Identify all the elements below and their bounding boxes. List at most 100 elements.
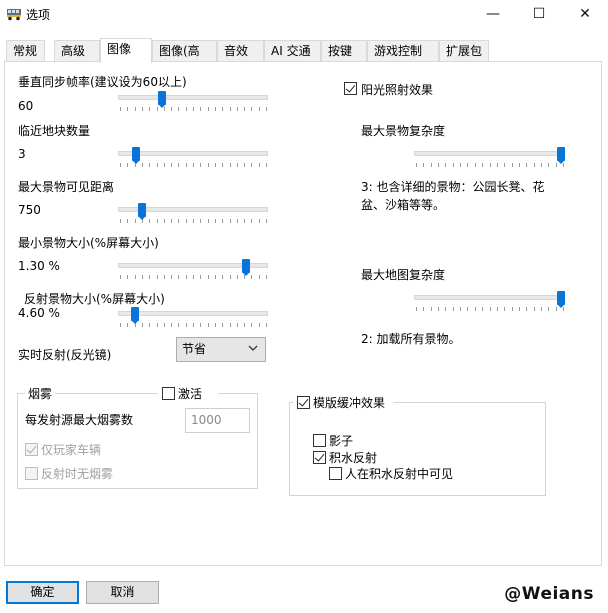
puddle-reflection-checkbox[interactable]: [313, 451, 326, 464]
slider-tick: [127, 163, 129, 167]
player-only-label: 仅玩家车辆: [41, 443, 102, 457]
shadows-label: 影子: [329, 434, 354, 448]
slider-tick: [236, 163, 238, 167]
slider-tick: [467, 163, 469, 167]
tab-expansion-packs[interactable]: 扩展包: [439, 40, 489, 62]
slider-thumb[interactable]: [131, 307, 139, 324]
slider-tick: [200, 275, 202, 279]
slider-tick: [200, 163, 202, 167]
slider-thumb[interactable]: [132, 147, 140, 164]
sun-effect-checkbox[interactable]: [344, 82, 357, 95]
tab-ai-traffic[interactable]: AI 交通: [264, 40, 321, 62]
slider-thumb[interactable]: [557, 291, 565, 308]
player-only-checkbox[interactable]: [25, 443, 38, 456]
slider-tick: [548, 307, 550, 311]
slider-thumb[interactable]: [158, 91, 166, 108]
slider-tick: [141, 323, 143, 327]
slider-tick: [185, 163, 187, 167]
slider-tick: [149, 323, 151, 327]
max-scenery-distance-slider[interactable]: [118, 203, 268, 228]
max-smoke-label: 每发射源最大烟雾数: [25, 413, 134, 427]
tab-advanced[interactable]: 高级: [54, 40, 100, 62]
slider-tick: [120, 219, 121, 223]
slider-tick: [178, 163, 180, 167]
reflect-scenery-size-label: 反射景物大小(%屏幕大小): [24, 292, 165, 306]
slider-tick: [163, 163, 165, 167]
slider-tick: [163, 275, 165, 279]
slider-tick: [482, 307, 484, 311]
slider-tick: [244, 323, 246, 327]
slider-tick: [200, 219, 202, 223]
tab-general[interactable]: 常规: [6, 40, 45, 62]
smoke-activate-label: 激活: [178, 387, 203, 401]
slider-tick: [244, 107, 246, 111]
slider-tick: [149, 275, 151, 279]
slider-tick: [266, 275, 267, 279]
nearby-blocks-label: 临近地块数量: [18, 124, 91, 138]
vsync-label: 垂直同步帧率(建议设为60以上): [18, 75, 187, 89]
slider-tick: [127, 107, 129, 111]
slider-tick: [229, 107, 231, 111]
slider-tick: [266, 323, 267, 327]
slider-tick: [163, 219, 165, 223]
slider-ticks: [120, 323, 267, 328]
minimize-button[interactable]: —: [470, 0, 516, 30]
slider-tick: [134, 107, 136, 111]
slider-tick: [467, 307, 469, 311]
vsync-slider[interactable]: [118, 91, 268, 116]
slider-tick: [207, 163, 209, 167]
slider-tick: [251, 107, 253, 111]
close-button[interactable]: ✕: [562, 0, 608, 30]
ok-button[interactable]: 确定: [6, 581, 79, 604]
slider-tick: [416, 163, 417, 167]
slider-tick: [518, 163, 520, 167]
max-map-complexity-slider[interactable]: [414, 291, 565, 316]
maximize-button[interactable]: ☐: [516, 0, 562, 30]
slider-thumb[interactable]: [242, 259, 250, 276]
chevron-down-icon: [248, 345, 258, 351]
tab-keys[interactable]: 按键: [321, 40, 367, 62]
slider-tick: [251, 219, 253, 223]
people-in-puddle-label: 人在积水反射中可见: [345, 467, 454, 481]
slider-thumb[interactable]: [557, 147, 565, 164]
slider-tick: [251, 323, 253, 327]
slider-tick: [171, 163, 173, 167]
reflect-scenery-size-slider[interactable]: [118, 307, 268, 332]
slider-tick: [229, 275, 231, 279]
slider-tick: [266, 107, 267, 111]
slider-tick: [474, 307, 476, 311]
slider-tick: [482, 163, 484, 167]
max-scenery-complexity-slider[interactable]: [414, 147, 565, 172]
min-scenery-size-slider[interactable]: [118, 259, 268, 284]
slider-ticks: [120, 163, 267, 168]
nearby-blocks-value: 3: [18, 147, 26, 161]
nearby-blocks-slider[interactable]: [118, 147, 268, 172]
cancel-button[interactable]: 取消: [86, 581, 159, 604]
tab-graphics[interactable]: 图像: [100, 38, 152, 63]
max-map-complexity-label: 最大地图复杂度: [361, 268, 446, 282]
people-in-puddle-checkbox[interactable]: [329, 467, 342, 480]
slider-tick: [120, 323, 121, 327]
smoke-activate-checkbox[interactable]: [162, 387, 175, 400]
max-scenery-distance-value: 750: [18, 203, 41, 217]
no-smoke-reflection-checkbox[interactable]: [25, 467, 38, 480]
slider-tick: [540, 163, 542, 167]
tab-graphics-advanced[interactable]: 图像(高级): [152, 40, 217, 78]
slider-tick: [185, 219, 187, 223]
slider-thumb[interactable]: [138, 203, 146, 220]
slider-tick: [193, 107, 194, 111]
realtime-reflection-selected: 节省: [182, 342, 207, 356]
slider-tick: [207, 107, 209, 111]
stencil-effects-checkbox[interactable]: [297, 396, 310, 409]
slider-tick: [430, 163, 432, 167]
slider-tick: [120, 163, 121, 167]
max-smoke-input[interactable]: 1000: [185, 408, 250, 433]
slider-ticks: [120, 107, 267, 112]
max-scenery-complexity-description: 3: 也含详细的景物：公园长凳、花盆、沙箱等等。: [361, 180, 545, 212]
tab-game-controller[interactable]: 游戏控制器: [367, 40, 439, 78]
shadows-checkbox[interactable]: [313, 434, 326, 447]
tab-sound[interactable]: 音效: [217, 40, 264, 62]
slider-tick: [258, 163, 260, 167]
realtime-reflection-select[interactable]: 节省: [176, 337, 266, 362]
slider-tick: [533, 163, 535, 167]
